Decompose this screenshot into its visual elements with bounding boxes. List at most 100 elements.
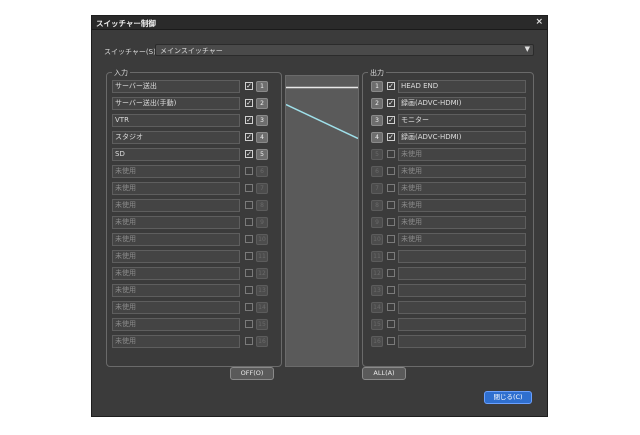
output-enable-checkbox[interactable] — [387, 201, 395, 209]
output-enable-checkbox[interactable]: ✓ — [387, 133, 395, 141]
input-enable-checkbox[interactable] — [245, 184, 253, 192]
input-enable-checkbox[interactable] — [245, 269, 253, 277]
input-number-button[interactable]: 6 — [256, 166, 268, 177]
output-name-field[interactable]: HEAD END — [398, 80, 526, 93]
output-enable-checkbox[interactable] — [387, 184, 395, 192]
output-name-field[interactable]: 未使用 — [398, 148, 526, 161]
input-enable-checkbox[interactable]: ✓ — [245, 133, 253, 141]
input-name-field[interactable]: 未使用 — [112, 182, 240, 195]
input-name-field[interactable]: スタジオ — [112, 131, 240, 144]
output-name-field[interactable]: 未使用 — [398, 233, 526, 246]
output-name-field[interactable]: 未使用 — [398, 216, 526, 229]
output-name-field[interactable] — [398, 301, 526, 314]
output-name-field[interactable]: モニター — [398, 114, 526, 127]
output-number-button[interactable]: 6 — [371, 166, 383, 177]
input-name-field[interactable]: 未使用 — [112, 318, 240, 331]
output-number-button[interactable]: 2 — [371, 98, 383, 109]
output-name-field[interactable]: 未使用 — [398, 199, 526, 212]
off-button[interactable]: OFF(O) — [230, 367, 274, 380]
input-number-button[interactable]: 3 — [256, 115, 268, 126]
input-name-field[interactable]: 未使用 — [112, 216, 240, 229]
output-name-field[interactable]: 未使用 — [398, 182, 526, 195]
output-enable-checkbox[interactable] — [387, 320, 395, 328]
output-enable-checkbox[interactable] — [387, 286, 395, 294]
input-enable-checkbox[interactable] — [245, 252, 253, 260]
input-number-button[interactable]: 2 — [256, 98, 268, 109]
output-number-button[interactable]: 9 — [371, 217, 383, 228]
output-number-button[interactable]: 3 — [371, 115, 383, 126]
output-name-field[interactable]: 録画(ADVC-HDMI) — [398, 131, 526, 144]
output-enable-checkbox[interactable] — [387, 150, 395, 158]
input-number-button[interactable]: 7 — [256, 183, 268, 194]
input-enable-checkbox[interactable] — [245, 218, 253, 226]
output-enable-checkbox[interactable] — [387, 167, 395, 175]
output-enable-checkbox[interactable] — [387, 235, 395, 243]
input-enable-checkbox[interactable] — [245, 303, 253, 311]
output-number-button[interactable]: 15 — [371, 319, 383, 330]
input-number-button[interactable]: 8 — [256, 200, 268, 211]
input-enable-checkbox[interactable] — [245, 235, 253, 243]
output-enable-checkbox[interactable] — [387, 269, 395, 277]
output-number-button[interactable]: 7 — [371, 183, 383, 194]
output-name-field[interactable] — [398, 335, 526, 348]
output-number-button[interactable]: 5 — [371, 149, 383, 160]
input-enable-checkbox[interactable]: ✓ — [245, 150, 253, 158]
input-enable-checkbox[interactable] — [245, 320, 253, 328]
output-number-button[interactable]: 12 — [371, 268, 383, 279]
input-number-button[interactable]: 16 — [256, 336, 268, 347]
output-enable-checkbox[interactable]: ✓ — [387, 116, 395, 124]
close-button[interactable]: 閉じる(C) — [484, 391, 532, 404]
input-number-button[interactable]: 13 — [256, 285, 268, 296]
output-name-field[interactable] — [398, 250, 526, 263]
input-name-field[interactable]: 未使用 — [112, 284, 240, 297]
output-enable-checkbox[interactable] — [387, 337, 395, 345]
output-number-button[interactable]: 4 — [371, 132, 383, 143]
input-enable-checkbox[interactable]: ✓ — [245, 82, 253, 90]
input-number-button[interactable]: 4 — [256, 132, 268, 143]
output-enable-checkbox[interactable]: ✓ — [387, 82, 395, 90]
input-name-field[interactable]: 未使用 — [112, 301, 240, 314]
all-button[interactable]: ALL(A) — [362, 367, 406, 380]
output-number-button[interactable]: 14 — [371, 302, 383, 313]
input-number-button[interactable]: 1 — [256, 81, 268, 92]
input-enable-checkbox[interactable] — [245, 286, 253, 294]
output-enable-checkbox[interactable]: ✓ — [387, 99, 395, 107]
input-enable-checkbox[interactable] — [245, 337, 253, 345]
input-number-button[interactable]: 11 — [256, 251, 268, 262]
input-enable-checkbox[interactable] — [245, 201, 253, 209]
input-number-button[interactable]: 9 — [256, 217, 268, 228]
output-name-field[interactable]: 録画(ADVC-HDMI) — [398, 97, 526, 110]
input-name-field[interactable]: サーバー送出(手動) — [112, 97, 240, 110]
input-name-field[interactable]: 未使用 — [112, 165, 240, 178]
input-number-button[interactable]: 12 — [256, 268, 268, 279]
output-name-field[interactable] — [398, 267, 526, 280]
close-icon[interactable]: × — [535, 17, 543, 27]
input-number-button[interactable]: 14 — [256, 302, 268, 313]
output-number-button[interactable]: 8 — [371, 200, 383, 211]
input-number-button[interactable]: 15 — [256, 319, 268, 330]
input-name-field[interactable]: 未使用 — [112, 335, 240, 348]
input-name-field[interactable]: 未使用 — [112, 267, 240, 280]
input-enable-checkbox[interactable] — [245, 167, 253, 175]
input-name-field[interactable]: 未使用 — [112, 250, 240, 263]
output-number-button[interactable]: 16 — [371, 336, 383, 347]
output-name-field[interactable]: 未使用 — [398, 165, 526, 178]
input-name-field[interactable]: VTR — [112, 114, 240, 127]
input-number-button[interactable]: 5 — [256, 149, 268, 160]
input-name-field[interactable]: サーバー送出 — [112, 80, 240, 93]
output-name-field[interactable] — [398, 284, 526, 297]
output-enable-checkbox[interactable] — [387, 303, 395, 311]
output-enable-checkbox[interactable] — [387, 218, 395, 226]
input-name-field[interactable]: SD — [112, 148, 240, 161]
output-number-button[interactable]: 1 — [371, 81, 383, 92]
input-name-field[interactable]: 未使用 — [112, 233, 240, 246]
input-enable-checkbox[interactable]: ✓ — [245, 99, 253, 107]
output-enable-checkbox[interactable] — [387, 252, 395, 260]
output-number-button[interactable]: 13 — [371, 285, 383, 296]
output-number-button[interactable]: 10 — [371, 234, 383, 245]
input-enable-checkbox[interactable]: ✓ — [245, 116, 253, 124]
output-name-field[interactable] — [398, 318, 526, 331]
input-name-field[interactable]: 未使用 — [112, 199, 240, 212]
switcher-select[interactable]: メインスイッチャー ▼ — [155, 44, 534, 56]
input-number-button[interactable]: 10 — [256, 234, 268, 245]
